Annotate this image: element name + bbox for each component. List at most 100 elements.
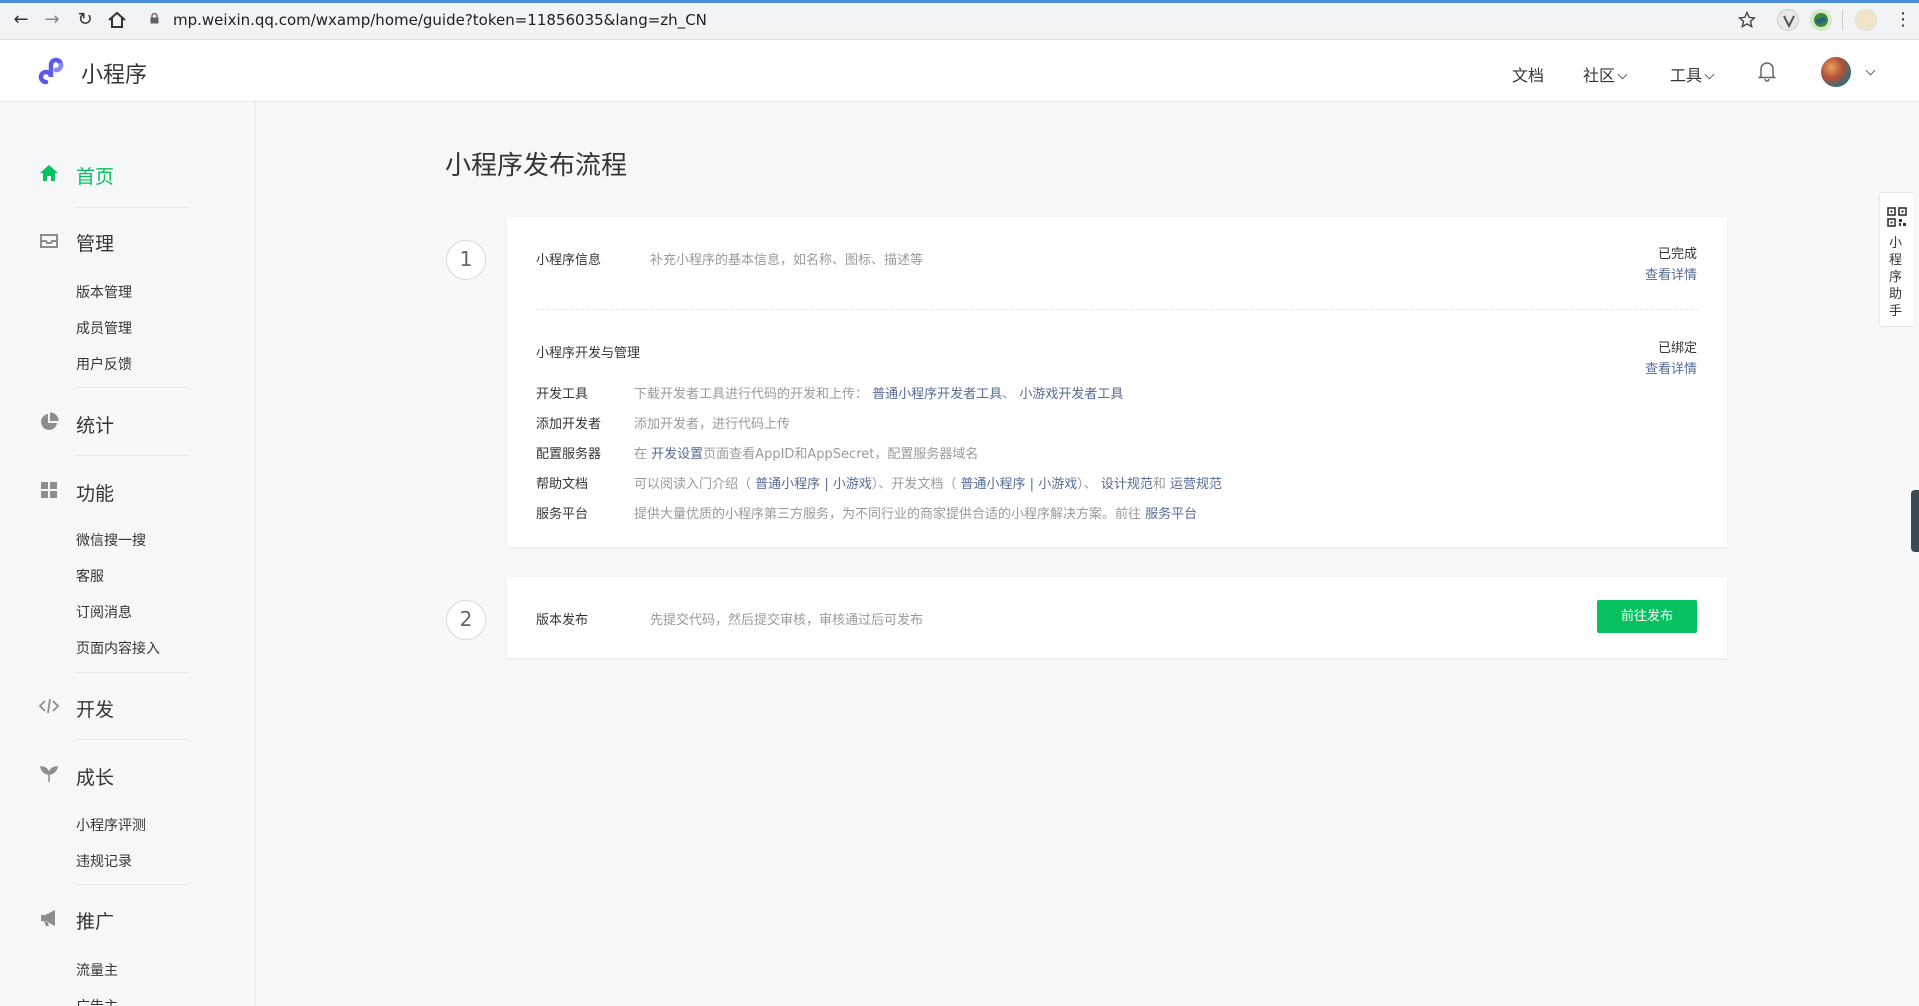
server-pre: 在 bbox=[634, 447, 648, 462]
bookmark-star-icon[interactable] bbox=[1738, 11, 1756, 29]
address-bar[interactable]: mp.weixin.qq.com/wxamp/home/guide?token=… bbox=[173, 11, 707, 29]
intro-mini-program-link[interactable]: 普通小程序 bbox=[755, 477, 820, 492]
step-number-1: 1 bbox=[446, 240, 486, 280]
go-publish-button[interactable]: 前往发布 bbox=[1597, 600, 1697, 633]
tools-label: 开发工具 bbox=[536, 387, 589, 402]
sidebar-item-develop[interactable]: 开发 bbox=[76, 695, 114, 722]
info-description: 补充小程序的基本信息，如名称、图标、描述等 bbox=[650, 253, 924, 268]
sidebar-divider bbox=[76, 455, 188, 456]
help-text-3: ）、 bbox=[1077, 477, 1097, 492]
reload-icon[interactable]: ↻ bbox=[73, 8, 97, 32]
bell-icon[interactable] bbox=[1757, 60, 1777, 82]
code-icon bbox=[38, 698, 60, 714]
forward-icon[interactable]: → bbox=[40, 8, 64, 32]
sidebar-subitem-violations[interactable]: 违规记录 bbox=[76, 851, 132, 871]
sidebar-subitem-service[interactable]: 客服 bbox=[76, 566, 104, 586]
sidebar-item-stats[interactable]: 统计 bbox=[76, 411, 114, 438]
assistant-label: 小程序助手 bbox=[1889, 236, 1903, 319]
chevron-down-icon bbox=[1704, 69, 1715, 80]
avatar-chevron-down-icon[interactable] bbox=[1865, 65, 1876, 76]
sidebar-item-features[interactable]: 功能 bbox=[76, 479, 114, 506]
sidebar-subitem-subscribe[interactable]: 订阅消息 bbox=[76, 602, 132, 622]
dev-status: 已绑定 bbox=[1657, 341, 1697, 356]
intro-mini-game-link[interactable]: 小游戏 bbox=[833, 477, 872, 492]
extension-globe-icon[interactable] bbox=[1810, 9, 1832, 31]
sidebar-item-growth[interactable]: 成长 bbox=[76, 763, 114, 790]
dev-settings-link[interactable]: 开发设置 bbox=[651, 447, 703, 462]
toolbar-divider bbox=[1842, 10, 1843, 30]
brand-title[interactable]: 小程序 bbox=[81, 57, 147, 89]
sidebar-divider bbox=[76, 387, 188, 388]
nav-community[interactable]: 社区 bbox=[1583, 62, 1628, 86]
scrollbar-track[interactable] bbox=[1913, 102, 1919, 1006]
sidebar-divider bbox=[76, 207, 188, 208]
sidebar-subitem-search[interactable]: 微信搜一搜 bbox=[76, 530, 146, 550]
tools-separator: 、 bbox=[1002, 387, 1016, 402]
nav-community-label: 社区 bbox=[1583, 66, 1616, 85]
profile-icon[interactable] bbox=[1855, 9, 1877, 31]
dev-doc-mini-program-link[interactable]: 普通小程序 bbox=[961, 477, 1026, 492]
operation-guide-link[interactable]: 运营规范 bbox=[1170, 477, 1222, 492]
platform-row: 提供大量优质的小程序第三方服务，为不同行业的商家提供合适的小程序解决方案。前往 … bbox=[634, 503, 1197, 522]
info-detail-link[interactable]: 查看详情 bbox=[1645, 264, 1697, 283]
help-docs-label: 帮助文档 bbox=[536, 477, 589, 492]
add-developer-text: 添加开发者，进行代码上传 bbox=[634, 417, 791, 432]
sidebar-divider bbox=[76, 672, 188, 673]
sidebar-subitem-content[interactable]: 页面内容接入 bbox=[76, 638, 160, 658]
server-post: 页面查看AppID和AppSecret，配置服务器域名 bbox=[703, 447, 979, 462]
sidebar-item-promote[interactable]: 推广 bbox=[76, 907, 114, 934]
tools-text: 下载开发者工具进行代码的开发和上传： bbox=[634, 387, 869, 402]
tools-row: 下载开发者工具进行代码的开发和上传： 普通小程序开发者工具、 小游戏开发者工具 bbox=[634, 383, 1123, 402]
pie-chart-icon bbox=[41, 412, 59, 430]
avatar[interactable] bbox=[1821, 57, 1851, 87]
step1-card: 小程序信息 补充小程序的基本信息，如名称、图标、描述等 已完成 查看详情 小程序… bbox=[507, 217, 1727, 547]
sidebar-subitem-version[interactable]: 版本管理 bbox=[76, 282, 132, 302]
info-status: 已完成 bbox=[1657, 247, 1697, 262]
nav-docs-label: 文档 bbox=[1512, 66, 1545, 85]
server-label: 配置服务器 bbox=[536, 447, 602, 462]
sidebar: 首页 管理 版本管理 成员管理 用户反馈 统计 功能 微信搜一搜 客服 订阅消息… bbox=[0, 102, 256, 1006]
sidebar-item-manage[interactable]: 管理 bbox=[76, 229, 114, 256]
back-icon[interactable]: ← bbox=[9, 8, 33, 32]
browser-menu-icon[interactable]: ⋮ bbox=[1894, 10, 1912, 30]
help-docs-row: 可以阅读入门介绍（ 普通小程序 | 小游戏）、开发文档（ 普通小程序 | 小游戏… bbox=[634, 473, 1222, 492]
step2-card: 版本发布 先提交代码，然后提交审核，审核通过后可发布 前往发布 bbox=[507, 577, 1727, 658]
nav-tools-label: 工具 bbox=[1670, 66, 1703, 85]
dev-doc-mini-game-link[interactable]: 小游戏 bbox=[1038, 477, 1077, 492]
browser-toolbar: ← → ↻ mp.weixin.qq.com/wxamp/home/guide?… bbox=[0, 0, 1919, 40]
help-text-1: 可以阅读入门介绍（ bbox=[634, 477, 752, 492]
sidebar-divider bbox=[76, 739, 188, 740]
sidebar-subitem-feedback[interactable]: 用户反馈 bbox=[76, 354, 132, 374]
mini-game-devtool-link[interactable]: 小游戏开发者工具 bbox=[1019, 387, 1123, 402]
sidebar-subitem-evaluation[interactable]: 小程序评测 bbox=[76, 815, 146, 835]
extension-v-icon[interactable] bbox=[1777, 9, 1799, 31]
server-row: 在 开发设置页面查看AppID和AppSecret，配置服务器域名 bbox=[634, 443, 978, 462]
mini-program-logo-icon[interactable] bbox=[38, 54, 72, 88]
sidebar-subitem-traffic[interactable]: 流量主 bbox=[76, 960, 118, 980]
step-number-2: 2 bbox=[446, 600, 486, 640]
service-platform-link[interactable]: 服务平台 bbox=[1145, 507, 1197, 522]
home-browser-icon[interactable] bbox=[106, 9, 128, 31]
app-header: 小程序 文档 社区 工具 bbox=[0, 40, 1919, 102]
platform-label: 服务平台 bbox=[536, 507, 589, 522]
sprout-icon bbox=[40, 766, 58, 782]
help-and: 和 bbox=[1152, 477, 1166, 492]
release-description: 先提交代码，然后提交审核，审核通过后可发布 bbox=[650, 613, 924, 628]
page-title: 小程序发布流程 bbox=[445, 151, 628, 181]
sidebar-subitem-advertiser[interactable]: 广告主 bbox=[76, 996, 118, 1006]
design-guide-link[interactable]: 设计规范 bbox=[1101, 477, 1153, 492]
dev-detail-link[interactable]: 查看详情 bbox=[1645, 358, 1697, 377]
mini-program-assistant[interactable]: 小程序助手 bbox=[1879, 192, 1913, 327]
sidebar-item-home[interactable]: 首页 bbox=[76, 162, 114, 189]
mini-program-devtool-link[interactable]: 普通小程序开发者工具 bbox=[872, 387, 1002, 402]
help-bar-2: | bbox=[1029, 477, 1035, 492]
qr-code-icon bbox=[1887, 207, 1907, 227]
nav-tools[interactable]: 工具 bbox=[1670, 62, 1715, 86]
help-bar-1: | bbox=[824, 477, 829, 492]
sidebar-subitem-members[interactable]: 成员管理 bbox=[76, 318, 132, 338]
lock-icon bbox=[150, 13, 159, 24]
platform-text: 提供大量优质的小程序第三方服务，为不同行业的商家提供合适的小程序解决方案。前往 bbox=[634, 507, 1142, 522]
nav-docs[interactable]: 文档 bbox=[1512, 62, 1544, 86]
scrollbar-thumb[interactable] bbox=[1911, 490, 1919, 552]
megaphone-icon bbox=[41, 910, 55, 926]
